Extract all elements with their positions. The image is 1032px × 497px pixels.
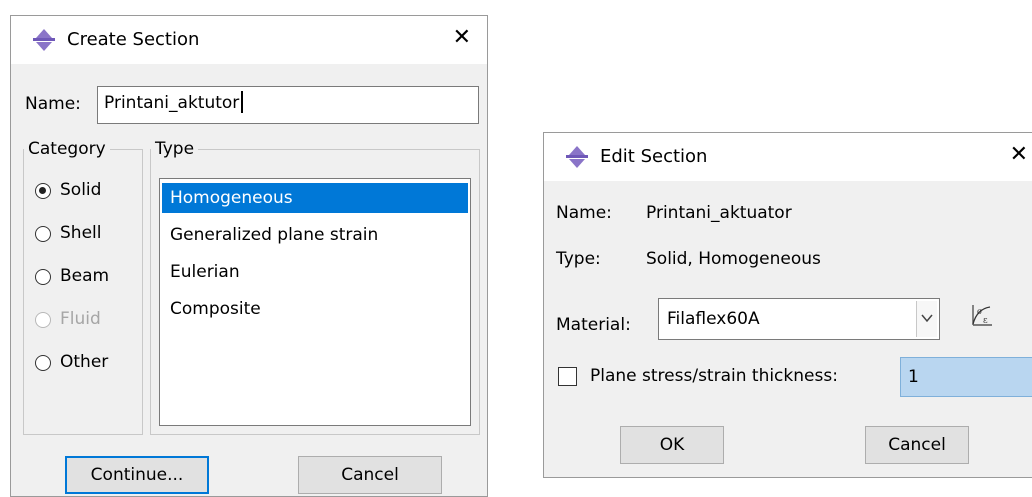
material-select[interactable]: Filaflex60A	[658, 298, 940, 340]
radio-label: Fluid	[60, 309, 101, 329]
ok-button[interactable]: OK	[620, 426, 724, 464]
material-label: Material:	[556, 315, 631, 335]
radio-circle[interactable]	[35, 226, 51, 242]
create-section-titlebar[interactable]: Create Section ✕	[11, 16, 487, 64]
name-label: Name:	[25, 94, 81, 114]
edit-name-value: Printani_aktuator	[646, 203, 792, 223]
create-section-title: Create Section	[67, 29, 200, 50]
continue-button[interactable]: Continue...	[65, 456, 209, 494]
category-legend: Category	[28, 139, 106, 159]
type-list-item[interactable]: Homogeneous	[162, 183, 468, 213]
edit-section-dialog: Edit Section ✕ Name: Printani_aktuator T…	[543, 132, 1032, 478]
type-list-item[interactable]: Eulerian	[162, 257, 468, 287]
radio-circle[interactable]	[35, 355, 51, 371]
type-legend: Type	[155, 139, 195, 159]
thickness-value: 1	[908, 367, 919, 387]
edit-section-title: Edit Section	[600, 146, 708, 167]
plane-thickness-label: Plane stress/strain thickness:	[590, 366, 838, 386]
category-radio-list: Solid Shell Beam Fluid Other	[25, 180, 143, 430]
edit-section-titlebar[interactable]: Edit Section ✕	[544, 133, 1032, 181]
svg-text:ε: ε	[983, 316, 988, 326]
radio-label: Solid	[60, 180, 102, 200]
material-select-value: Filaflex60A	[667, 309, 760, 329]
create-section-dialog: Create Section ✕ Name: Printani_aktutor …	[10, 15, 488, 497]
radio-label: Beam	[60, 266, 110, 286]
chevron-down-icon[interactable]	[916, 301, 937, 337]
radio-circle	[35, 312, 51, 328]
section-icon	[33, 29, 55, 51]
edit-cancel-button[interactable]: Cancel	[865, 426, 969, 464]
name-input[interactable]: Printani_aktutor	[97, 86, 479, 124]
cancel-button[interactable]: Cancel	[298, 456, 442, 494]
material-manager-icon[interactable]: σ ε	[968, 303, 994, 329]
name-input-value: Printani_aktutor	[104, 93, 240, 113]
close-icon[interactable]: ✕	[1010, 144, 1028, 166]
radio-label: Other	[60, 352, 109, 372]
text-caret	[241, 91, 244, 113]
type-listbox[interactable]: Homogeneous Generalized plane strain Euler…	[159, 178, 471, 426]
type-list-item[interactable]: Composite	[162, 294, 468, 324]
svg-text:σ: σ	[977, 307, 983, 316]
section-icon	[566, 146, 588, 168]
thickness-input[interactable]: 1	[900, 357, 1032, 397]
radio-label: Shell	[60, 223, 102, 243]
edit-type-label: Type:	[556, 249, 601, 269]
type-list-item[interactable]: Generalized plane strain	[162, 220, 468, 250]
edit-name-label: Name:	[556, 203, 612, 223]
radio-circle[interactable]	[35, 183, 51, 199]
edit-type-value: Solid, Homogeneous	[646, 249, 821, 269]
plane-thickness-checkbox[interactable]	[558, 367, 577, 386]
radio-circle[interactable]	[35, 269, 51, 285]
close-icon[interactable]: ✕	[453, 27, 471, 49]
